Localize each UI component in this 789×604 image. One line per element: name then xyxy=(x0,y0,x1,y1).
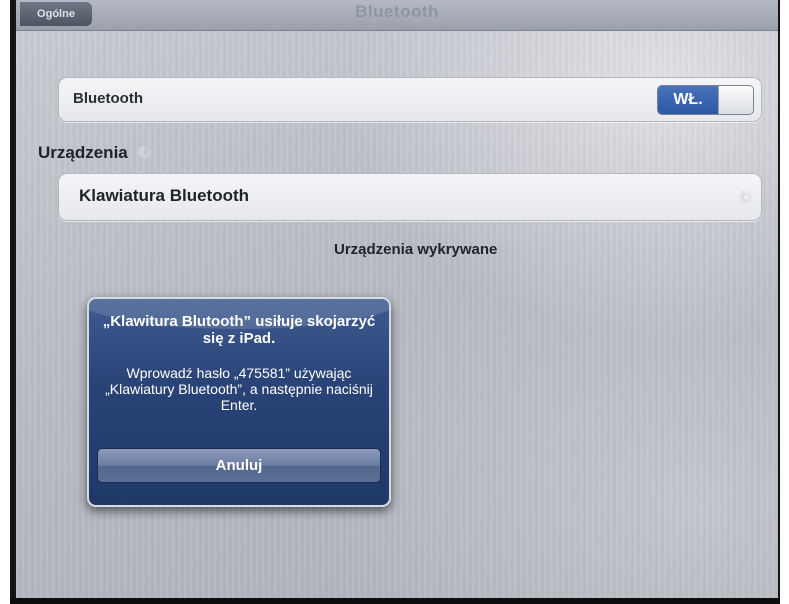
toggle-on-label: WŁ. xyxy=(658,86,718,114)
device-list-item[interactable]: Klawiatura Bluetooth xyxy=(58,173,762,221)
device-name-label: Klawiatura Bluetooth xyxy=(79,186,250,205)
bluetooth-toggle[interactable]: WŁ. xyxy=(657,85,754,115)
cancel-button[interactable]: Anuluj xyxy=(97,448,381,483)
devices-header-label: Urządzenia xyxy=(38,143,128,162)
device-bezel-bottom xyxy=(10,598,780,604)
toggle-knob xyxy=(718,86,753,114)
settings-screen: Ogólne Bluetooth Bluetooth WŁ. Urządzeni… xyxy=(16,0,778,598)
page-title: Bluetooth xyxy=(355,2,439,21)
activity-spinner-icon xyxy=(138,145,153,159)
device-frame: Ogólne Bluetooth Bluetooth WŁ. Urządzeni… xyxy=(10,0,780,604)
bluetooth-label: Bluetooth xyxy=(73,90,143,107)
devices-section-header: Urządzenia xyxy=(38,143,153,163)
alert-title: „Klawitura Blutooth” usiłuje skojarzyć s… xyxy=(102,313,376,347)
discoverable-status-text: Urządzenia wykrywane xyxy=(334,241,498,258)
activity-spinner-icon xyxy=(739,190,753,204)
pairing-alert-dialog: „Klawitura Blutooth” usiłuje skojarzyć s… xyxy=(87,297,391,507)
navigation-bar: Ogólne Bluetooth xyxy=(16,0,778,31)
alert-message: Wprowadź hasło „475581” używając „Klawia… xyxy=(105,365,373,413)
bluetooth-setting-row: Bluetooth WŁ. xyxy=(58,77,762,122)
